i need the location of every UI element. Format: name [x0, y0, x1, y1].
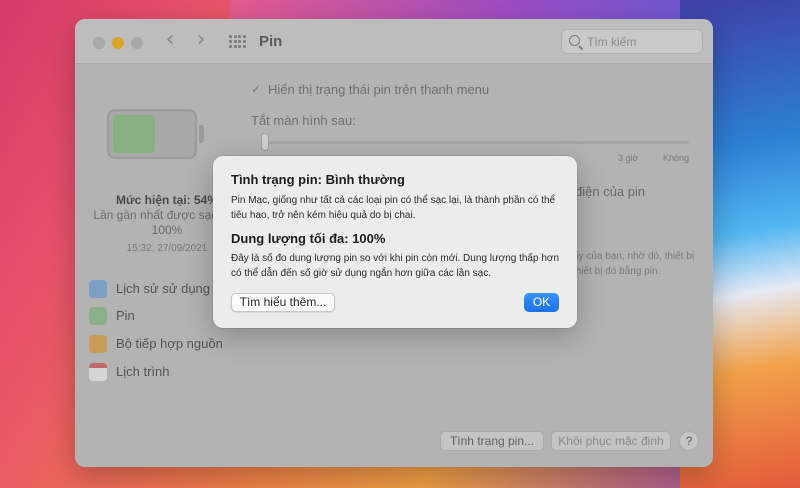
minimize-button[interactable]	[112, 37, 124, 49]
option-description-partial: ấy của bạn, nhờ đó, thiết bị thiết bị đó…	[573, 249, 694, 279]
battery-body	[107, 109, 197, 159]
dialog-health-text: Pin Mac, giống như tất cả các loại pin c…	[231, 195, 556, 221]
title-bar: ‹ › Pin Tìm kiếm	[75, 19, 713, 64]
option-text-partial: điện của pin	[575, 184, 646, 199]
window-title: Pin	[259, 33, 283, 50]
turn-off-display-label: Tắt màn hình sau:	[251, 113, 356, 128]
restore-defaults-button[interactable]: Khôi phục mặc định	[551, 431, 671, 451]
sidebar-item-label: Lịch sử sử dụng	[116, 281, 211, 296]
search-field[interactable]: Tìm kiếm	[561, 29, 703, 54]
search-placeholder: Tìm kiếm	[587, 35, 637, 49]
help-button[interactable]: ?	[679, 431, 699, 451]
ok-button[interactable]: OK	[524, 293, 559, 312]
show-in-menu-bar-label: Hiển thị trạng thái pin trên thanh menu	[268, 82, 490, 97]
learn-more-button[interactable]: Tìm hiểu thêm...	[231, 293, 335, 312]
dialog-health-title: Tình trạng pin: Bình thường	[231, 172, 405, 187]
zoom-button[interactable]	[131, 37, 143, 49]
turn-off-display-slider[interactable]	[261, 141, 689, 144]
forward-chevron-icon[interactable]: ›	[190, 29, 212, 53]
power-adapter-icon	[89, 335, 107, 353]
battery-cap	[199, 125, 204, 143]
battery-icon	[89, 307, 107, 325]
battery-fill	[113, 115, 156, 153]
dialog-capacity-title: Dung lượng tối đa: 100%	[231, 231, 386, 246]
slider-knob[interactable]	[261, 133, 269, 151]
option-description-line: thiết bị đó bằng pin.	[573, 266, 661, 277]
show-in-menu-bar-checkbox[interactable]: ✓	[251, 83, 263, 95]
dialog-capacity-text: Đây là số đo dung lượng pin so với khi p…	[231, 253, 560, 279]
slider-tick-3h: 3 giờ	[618, 153, 639, 163]
sidebar-item-label: Bộ tiếp hợp nguồn	[116, 336, 223, 351]
sidebar-item-label: Pin	[116, 308, 135, 323]
chart-icon	[89, 280, 107, 298]
show-all-grid-icon[interactable]	[229, 35, 246, 49]
back-chevron-icon[interactable]: ‹	[159, 29, 181, 53]
calendar-icon	[89, 363, 107, 381]
battery-health-button[interactable]: Tình trạng pin...	[440, 431, 544, 451]
slider-tick-never: Không	[663, 153, 690, 163]
option-description-line: ấy của bạn, nhờ đó, thiết bị	[573, 251, 695, 262]
close-button[interactable]	[93, 37, 105, 49]
battery-health-dialog: Tình trạng pin: Bình thường Pin Mac, giố…	[213, 156, 577, 328]
sidebar-item-label: Lịch trình	[116, 364, 170, 379]
search-icon	[569, 35, 580, 46]
